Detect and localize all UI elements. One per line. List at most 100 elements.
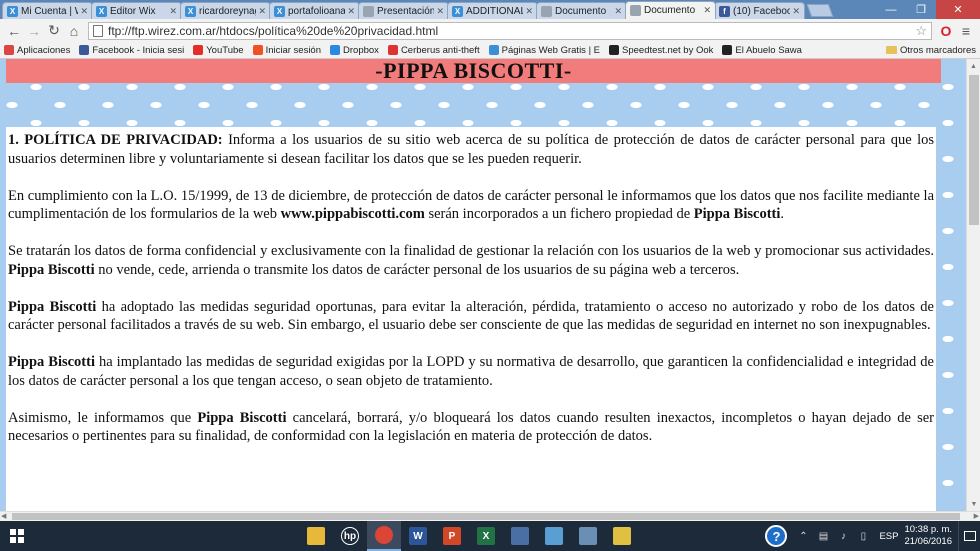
tab-label: Documento <box>644 5 696 16</box>
app-icon <box>613 527 631 545</box>
taskbar-app[interactable] <box>299 521 333 551</box>
app-icon <box>579 527 597 545</box>
home-button[interactable]: ⌂ <box>64 21 84 41</box>
hp-icon: hp <box>341 527 359 545</box>
youtube-icon <box>193 45 204 55</box>
opera-icon[interactable]: O <box>936 21 956 41</box>
bookmark-item[interactable]: El Abuelo Sawa <box>722 45 802 56</box>
wix-icon: X <box>452 5 463 17</box>
page-viewport: -PIPPA BISCOTTI- 1. POLÍTICA DE PRIVACID… <box>0 59 966 511</box>
clock[interactable]: 10:38 p. m. 21/06/2016 <box>904 524 952 548</box>
paragraph: En cumplimiento con la L.O. 15/1999, de … <box>8 187 934 224</box>
paragraph-text: no vende, cede, arrienda o transmite los… <box>94 261 740 278</box>
taskbar-app[interactable] <box>503 521 537 551</box>
taskbar-app[interactable]: W <box>401 521 435 551</box>
tab-close-icon[interactable]: ✕ <box>614 6 622 17</box>
show-hidden-icons[interactable]: ⌃ <box>795 528 811 544</box>
forward-button[interactable]: → <box>24 21 44 41</box>
brand-name: Pippa Biscotti <box>8 298 97 315</box>
start-button[interactable] <box>0 521 34 551</box>
taskbar-app[interactable] <box>537 521 571 551</box>
help-icon[interactable]: ? <box>765 525 788 547</box>
vertical-scroll-thumb[interactable] <box>969 75 979 225</box>
paragraph: Pippa Biscotti ha implantado las medidas… <box>8 353 934 390</box>
browser-tab[interactable]: f (10) Faceboo ✕ <box>714 2 805 19</box>
tab-close-icon[interactable]: ✕ <box>347 6 355 17</box>
taskbar-app[interactable] <box>571 521 605 551</box>
document-icon <box>630 5 641 16</box>
tab-close-icon[interactable]: ✕ <box>169 6 177 17</box>
bookmark-item[interactable]: Speedtest.net by Ook <box>609 45 713 56</box>
browser-toolbar: ← → ↻ ⌂ ftp://ftp.wirez.com.ar/htdocs/po… <box>0 19 980 42</box>
powerpoint-icon: P <box>443 527 461 545</box>
menu-icon: ≡ <box>961 22 971 39</box>
taskbar-app[interactable]: hp <box>333 521 367 551</box>
scroll-left-icon[interactable]: ◀ <box>1 512 6 521</box>
bookmark-label: Páginas Web Gratis | E <box>501 44 601 56</box>
minimize-button[interactable]: — <box>876 0 906 19</box>
wix-icon: X <box>7 5 18 17</box>
browser-tab[interactable]: Xricardoreynag ✕ <box>180 2 271 19</box>
network-icon[interactable]: ▤ <box>815 528 831 544</box>
bookmark-label: Facebook - Inicia sesi <box>92 44 185 56</box>
notifications-icon[interactable] <box>958 521 980 551</box>
browser-tab[interactable]: X ADDITIONAL ✕ <box>447 2 538 19</box>
brand-name: Pippa Biscotti <box>693 206 781 222</box>
bookmark-star-icon[interactable]: ☆ <box>915 23 927 39</box>
close-window-button[interactable]: ✕ <box>936 0 980 19</box>
horizontal-scroll-thumb[interactable] <box>12 513 960 520</box>
browser-tab[interactable]: Presentación ✕ <box>358 2 449 19</box>
reload-icon: ↻ <box>48 22 60 38</box>
language-indicator[interactable]: ESP <box>879 531 898 542</box>
tab-close-icon[interactable]: ✕ <box>703 5 711 16</box>
tab-close-icon[interactable]: ✕ <box>525 6 533 17</box>
bookmark-label: Cerberus anti-theft <box>400 44 480 56</box>
scroll-up-icon[interactable]: ▲ <box>967 59 980 73</box>
tab-close-icon[interactable]: ✕ <box>436 6 444 17</box>
url-text[interactable]: ftp://ftp.wirez.com.ar/htdocs/política%2… <box>108 24 915 38</box>
taskbar-app[interactable]: X <box>469 521 503 551</box>
new-tab-button[interactable] <box>806 4 834 17</box>
bookmark-item[interactable]: Facebook - Inicia sesi <box>79 45 184 56</box>
brand-name: Pippa Biscotti <box>197 409 287 426</box>
battery-icon[interactable]: ▯ <box>855 528 871 544</box>
bookmark-item[interactable]: Dropbox <box>330 45 379 56</box>
browser-tab[interactable]: Documento ✕ <box>625 1 716 19</box>
taskbar-app[interactable] <box>605 521 639 551</box>
other-bookmarks[interactable]: Otros marcadores <box>885 45 976 56</box>
dropbox-icon <box>330 45 341 55</box>
scroll-down-icon[interactable]: ▼ <box>967 497 980 511</box>
bookmark-item[interactable]: YouTube <box>193 45 244 56</box>
bookmark-item[interactable]: Cerberus anti-theft <box>387 44 480 56</box>
bookmark-item[interactable]: Iniciar sesión <box>252 45 321 56</box>
site-header: -PIPPA BISCOTTI- <box>6 59 941 83</box>
back-button[interactable]: ← <box>4 21 24 41</box>
tab-close-icon[interactable]: ✕ <box>258 6 266 17</box>
document-icon <box>363 5 374 17</box>
maximize-button[interactable]: ❐ <box>906 0 936 19</box>
bookmark-item[interactable]: Aplicaciones <box>4 45 70 56</box>
browser-tab[interactable]: X Editor Wix ✕ <box>91 2 182 19</box>
tab-label: (10) Faceboo <box>733 5 791 17</box>
volume-icon[interactable]: ♪ <box>835 528 851 544</box>
taskbar-app[interactable]: P <box>435 521 469 551</box>
system-tray: ? ⌃ ▤ ♪ ▯ ESP 10:38 p. m. 21/06/2016 <box>765 521 980 551</box>
browser-tab[interactable]: Xportafolioana ✕ <box>269 2 360 19</box>
menu-button[interactable]: ≡ <box>956 21 976 41</box>
browser-tab[interactable]: X Mi Cuenta | W ✕ <box>2 2 93 19</box>
horizontal-scrollbar[interactable]: ◀ ▶ <box>0 511 980 521</box>
clock-date: 21/06/2016 <box>904 536 952 547</box>
address-bar[interactable]: ftp://ftp.wirez.com.ar/htdocs/política%2… <box>88 21 932 40</box>
tab-close-icon[interactable]: ✕ <box>792 6 800 17</box>
excel-icon: X <box>477 527 495 545</box>
clock-time: 10:38 p. m. <box>904 524 952 535</box>
taskbar-app[interactable] <box>367 521 401 551</box>
bookmark-item[interactable]: Páginas Web Gratis | E <box>488 44 601 56</box>
wix-icon: X <box>274 5 285 17</box>
home-icon: ⌂ <box>69 22 79 39</box>
browser-tab[interactable]: Documento ✕ <box>536 2 627 19</box>
scroll-right-icon[interactable]: ▶ <box>974 512 979 521</box>
tab-close-icon[interactable]: ✕ <box>80 6 88 17</box>
vertical-scrollbar[interactable]: ▲ ▼ <box>966 59 980 511</box>
reload-button[interactable]: ↻ <box>44 21 64 41</box>
